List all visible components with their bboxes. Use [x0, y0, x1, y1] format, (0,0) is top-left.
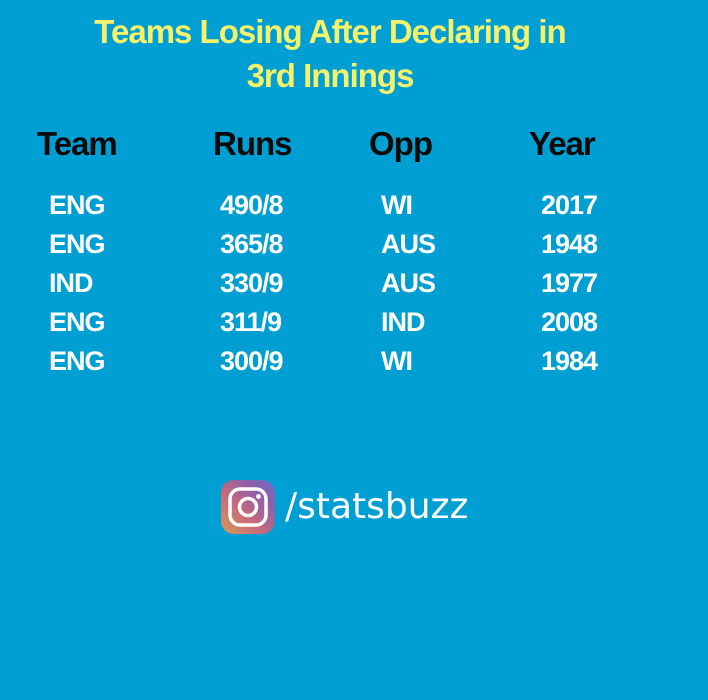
table-row: ENG 365/8 AUS 1948	[0, 225, 708, 264]
cell-year: 2017	[541, 190, 598, 220]
header-year: Year	[529, 125, 596, 162]
cell-runs: 311/9	[220, 307, 282, 337]
cell-team: ENG	[49, 346, 106, 376]
page-title: Teams Losing After Declaring in 3rd Inni…	[0, 10, 660, 98]
cell-runs: 490/8	[220, 190, 284, 220]
table-row: ENG 311/9 IND 2008	[0, 303, 708, 342]
cell-team: IND	[49, 268, 93, 298]
cell-team: ENG	[49, 190, 106, 220]
cell-year: 1977	[541, 268, 598, 298]
cell-year: 1948	[541, 229, 598, 259]
cell-team: ENG	[49, 307, 106, 337]
title-line-2: 3rd Innings	[246, 57, 415, 94]
header-runs: Runs	[213, 125, 292, 162]
cell-runs: 365/8	[220, 229, 284, 259]
cell-opp: AUS	[381, 229, 436, 259]
cell-runs: 330/9	[220, 268, 284, 298]
table-row: ENG 490/8 WI 2017	[0, 186, 708, 225]
cell-opp: WI	[381, 346, 413, 376]
header-team: Team	[37, 125, 118, 162]
cell-team: ENG	[49, 229, 106, 259]
cell-year: 2008	[541, 307, 598, 337]
cell-opp: AUS	[381, 268, 436, 298]
handle-text: /statsbuzz	[285, 486, 469, 527]
cell-opp: IND	[381, 307, 425, 337]
cell-year: 1984	[541, 346, 598, 376]
social-handle[interactable]: /statsbuzz	[221, 480, 468, 534]
cell-opp: WI	[381, 190, 413, 220]
table-row: ENG 300/9 WI 1984	[0, 342, 708, 381]
title-line-1: Teams Losing After Declaring in	[94, 13, 566, 50]
header-opp: Opp	[369, 125, 433, 162]
instagram-icon	[221, 480, 275, 534]
cell-runs: 300/9	[220, 346, 284, 376]
table-row: IND 330/9 AUS 1977	[0, 264, 708, 303]
